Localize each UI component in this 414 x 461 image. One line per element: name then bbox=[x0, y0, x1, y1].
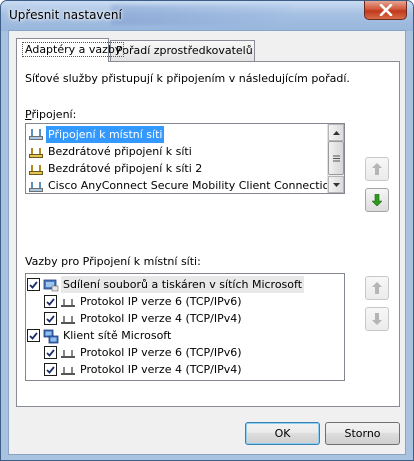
ok-button[interactable]: OK bbox=[245, 422, 320, 445]
connections-label: Připojení: bbox=[25, 108, 77, 121]
tree-item[interactable]: Protokol IP verze 4 (TCP/IPv4) bbox=[44, 310, 244, 327]
list-item[interactable]: Bezdrátové připojení k síti 2 bbox=[28, 160, 204, 177]
tree-item-label: Protokol IP verze 6 (TCP/IPv6) bbox=[80, 346, 242, 359]
arrow-down-icon bbox=[372, 313, 382, 325]
move-binding-down-button[interactable] bbox=[365, 307, 389, 331]
close-icon bbox=[379, 4, 392, 16]
title-bar[interactable]: Upřesnit nastavení bbox=[1, 1, 413, 31]
scroll-up-button[interactable] bbox=[328, 124, 344, 141]
checkmark-icon bbox=[29, 331, 38, 340]
tree-item-label: Protokol IP verze 4 (TCP/IPv4) bbox=[80, 363, 242, 376]
grip-icon bbox=[332, 155, 340, 161]
tree-item[interactable]: Sdílení souborů a tiskáren v sítích Micr… bbox=[27, 276, 305, 293]
checkmark-icon bbox=[46, 297, 55, 306]
move-connection-up-button[interactable] bbox=[365, 157, 389, 181]
tree-item-label: Klient sítě Microsoft bbox=[63, 329, 172, 342]
list-item[interactable]: Bezdrátové připojení k síti bbox=[28, 143, 194, 160]
tree-item-label: Protokol IP verze 6 (TCP/IPv6) bbox=[80, 295, 242, 308]
scroll-thumb[interactable] bbox=[328, 141, 344, 175]
bindings-tree[interactable]: Sdílení souborů a tiskáren v sítích Micr… bbox=[25, 273, 345, 381]
title-bar-background-blur bbox=[111, 5, 291, 25]
connections-list[interactable]: Připojení k místní síti Bezdrátové připo… bbox=[25, 123, 345, 194]
tab-adapters-bindings[interactable]: Adaptéry a vazby bbox=[16, 38, 125, 62]
arrow-down-icon bbox=[372, 194, 382, 206]
description-text: Síťové služby přistupují k připojením v … bbox=[25, 72, 350, 85]
arrow-up-icon bbox=[372, 282, 382, 294]
checkmark-icon bbox=[46, 348, 55, 357]
tree-item[interactable]: Klient sítě Microsoft bbox=[27, 327, 173, 344]
tree-item[interactable]: Protokol IP verze 4 (TCP/IPv4) bbox=[44, 361, 244, 378]
advanced-settings-dialog: Upřesnit nastavení Adaptéry a vazby Pořa… bbox=[0, 0, 414, 461]
wireless-network-icon bbox=[29, 147, 43, 158]
wireless-network-icon bbox=[29, 164, 43, 175]
tab-provider-order[interactable]: Pořadí zprostředkovatelů bbox=[110, 40, 255, 61]
binding-checkbox[interactable] bbox=[44, 363, 57, 376]
binding-checkbox[interactable] bbox=[44, 346, 57, 359]
wired-network-icon bbox=[29, 128, 43, 140]
binding-checkbox[interactable] bbox=[27, 329, 40, 342]
move-connection-down-button[interactable] bbox=[365, 188, 389, 212]
move-binding-up-button[interactable] bbox=[365, 276, 389, 300]
protocol-icon bbox=[61, 298, 75, 307]
protocol-icon bbox=[61, 366, 75, 375]
tab-panel: Síťové služby přistupují k připojením v … bbox=[16, 61, 400, 407]
protocol-icon bbox=[61, 349, 75, 358]
connections-scrollbar[interactable] bbox=[327, 124, 344, 193]
list-item-label: Bezdrátové připojení k síti bbox=[48, 145, 192, 158]
wired-network-icon bbox=[29, 181, 43, 192]
chevron-down-icon bbox=[332, 182, 340, 187]
network-client-icon bbox=[43, 329, 59, 343]
close-button[interactable] bbox=[364, 1, 407, 20]
list-item-label: Připojení k místní síti bbox=[46, 126, 165, 143]
tree-item[interactable]: Protokol IP verze 6 (TCP/IPv6) bbox=[44, 293, 244, 310]
checkmark-icon bbox=[46, 365, 55, 374]
arrow-up-icon bbox=[372, 163, 382, 175]
binding-checkbox[interactable] bbox=[27, 278, 40, 291]
window-title: Upřesnit nastavení bbox=[9, 8, 122, 22]
scroll-down-button[interactable] bbox=[328, 176, 344, 193]
tab-label: Adaptéry a vazby bbox=[22, 42, 125, 57]
dialog-client-area: Adaptéry a vazby Pořadí zprostředkovatel… bbox=[8, 30, 406, 455]
tree-item[interactable]: Protokol IP verze 6 (TCP/IPv6) bbox=[44, 344, 244, 361]
checkmark-icon bbox=[29, 280, 38, 289]
list-item-label: Cisco AnyConnect Secure Mobility Client … bbox=[48, 179, 337, 192]
tree-item-label: Sdílení souborů a tiskáren v sítích Micr… bbox=[61, 276, 305, 293]
protocol-icon bbox=[61, 315, 75, 324]
tree-item-label: Protokol IP verze 4 (TCP/IPv4) bbox=[80, 312, 242, 325]
cancel-button[interactable]: Storno bbox=[325, 422, 400, 445]
chevron-up-icon bbox=[332, 130, 340, 135]
list-item[interactable]: Připojení k místní síti bbox=[28, 126, 165, 143]
bindings-label: Vazby pro Připojení k místní síti: bbox=[25, 255, 201, 268]
tab-label: Pořadí zprostředkovatelů bbox=[116, 44, 253, 57]
binding-checkbox[interactable] bbox=[44, 295, 57, 308]
list-item[interactable]: Cisco AnyConnect Secure Mobility Client … bbox=[28, 177, 338, 193]
checkmark-icon bbox=[46, 314, 55, 323]
connections-label-rest: řipojení: bbox=[31, 108, 77, 121]
list-item-label: Bezdrátové připojení k síti 2 bbox=[48, 162, 203, 175]
binding-checkbox[interactable] bbox=[44, 312, 57, 325]
file-printer-sharing-icon bbox=[43, 279, 59, 291]
